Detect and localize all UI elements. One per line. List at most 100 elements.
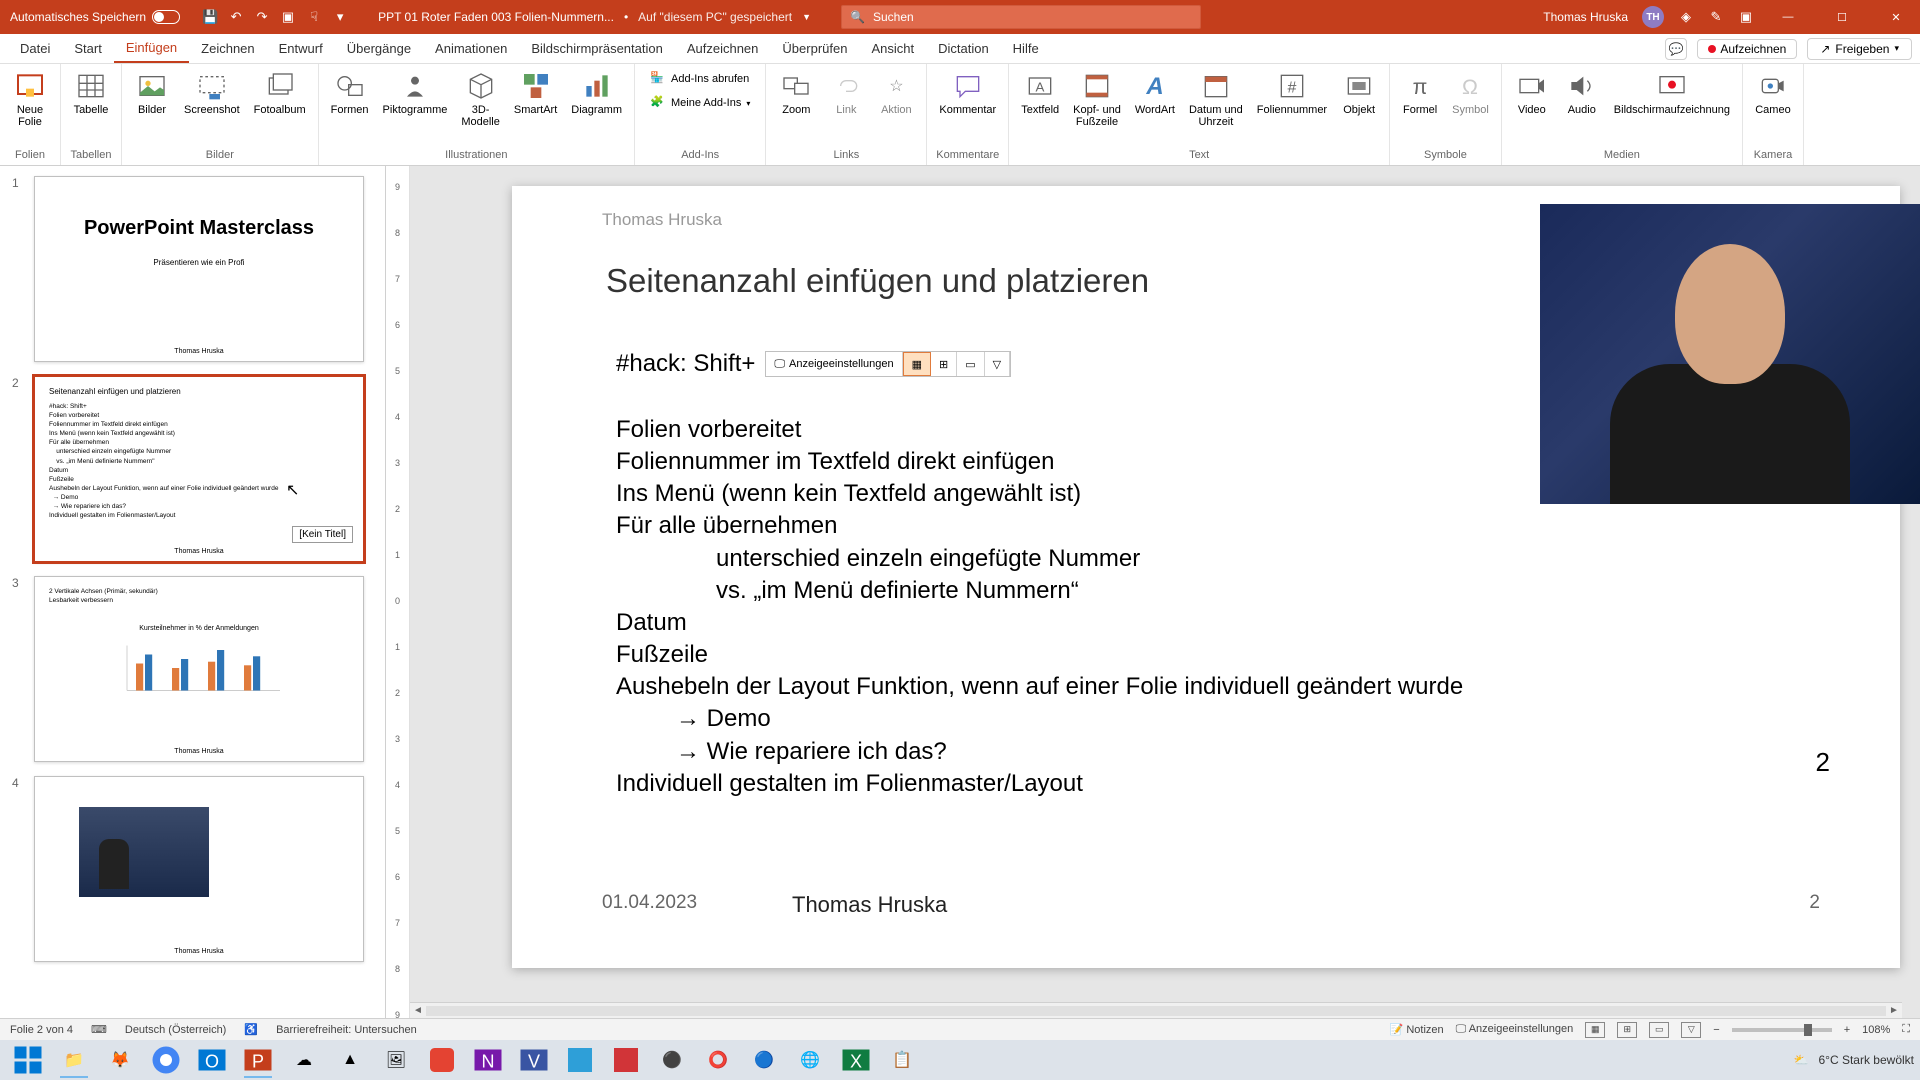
view-normal-button[interactable]: ▦ bbox=[903, 352, 931, 376]
slide-number-button[interactable]: #Foliennummer bbox=[1253, 68, 1331, 118]
tab-bildschirm[interactable]: Bildschirmpräsentation bbox=[519, 34, 675, 63]
tab-hilfe[interactable]: Hilfe bbox=[1001, 34, 1051, 63]
view-slideshow-icon[interactable]: ▽ bbox=[1681, 1022, 1701, 1038]
zoom-out-icon[interactable]: − bbox=[1713, 1024, 1719, 1036]
view-sorter-icon[interactable]: ⊞ bbox=[1617, 1022, 1637, 1038]
app-icon[interactable]: 📋 bbox=[880, 1042, 924, 1078]
firefox-icon[interactable]: 🦊 bbox=[98, 1042, 142, 1078]
maximize-icon[interactable]: ☐ bbox=[1822, 1, 1862, 33]
tab-ueberpruefen[interactable]: Überprüfen bbox=[770, 34, 859, 63]
symbol-button[interactable]: ΩSymbol bbox=[1448, 68, 1493, 118]
zoom-slider[interactable] bbox=[1732, 1028, 1832, 1032]
minimize-icon[interactable]: — bbox=[1768, 1, 1808, 33]
tab-start[interactable]: Start bbox=[62, 34, 113, 63]
slide-page-number[interactable]: 2 bbox=[1816, 747, 1830, 778]
powerpoint-icon[interactable]: P bbox=[236, 1042, 280, 1078]
app-icon[interactable] bbox=[558, 1042, 602, 1078]
zoom-level[interactable]: 108% bbox=[1862, 1024, 1890, 1036]
cameo-button[interactable]: Cameo bbox=[1751, 68, 1795, 118]
link-button[interactable]: Link bbox=[824, 68, 868, 118]
thumbnail-1[interactable]: PowerPoint Masterclass Präsentieren wie … bbox=[34, 176, 364, 362]
zoom-button[interactable]: Zoom bbox=[774, 68, 818, 118]
explorer-icon[interactable]: 📁 bbox=[52, 1042, 96, 1078]
header-footer-button[interactable]: Kopf- und Fußzeile bbox=[1069, 68, 1125, 130]
screenshot-button[interactable]: Screenshot bbox=[180, 68, 244, 118]
thumbnail-2[interactable]: Seitenanzahl einfügen und platzieren #ha… bbox=[34, 376, 364, 562]
status-slide-count[interactable]: Folie 2 von 4 bbox=[10, 1024, 73, 1036]
notes-button[interactable]: 📝 Notizen bbox=[1390, 1023, 1444, 1036]
excel-icon[interactable]: X bbox=[834, 1042, 878, 1078]
outlook-icon[interactable]: O bbox=[190, 1042, 234, 1078]
diamond-icon[interactable]: ◈ bbox=[1678, 9, 1694, 25]
tab-uebergaenge[interactable]: Übergänge bbox=[335, 34, 423, 63]
comments-icon[interactable]: 💬 bbox=[1665, 38, 1687, 60]
autosave-toggle[interactable]: Automatisches Speichern bbox=[4, 10, 186, 24]
share-button[interactable]: ↗Freigeben▾ bbox=[1807, 38, 1912, 60]
audio-button[interactable]: Audio bbox=[1560, 68, 1604, 118]
keyboard-icon[interactable]: ⌨ bbox=[91, 1023, 107, 1036]
equation-button[interactable]: πFormel bbox=[1398, 68, 1442, 118]
status-accessibility[interactable]: Barrierefreiheit: Untersuchen bbox=[276, 1024, 417, 1036]
chevron-down-icon[interactable]: ▼ bbox=[802, 12, 811, 22]
view-reading-button[interactable]: ▭ bbox=[957, 352, 984, 376]
tab-dictation[interactable]: Dictation bbox=[926, 34, 1001, 63]
tab-datei[interactable]: Datei bbox=[8, 34, 62, 63]
app-icon[interactable]: ⭕ bbox=[696, 1042, 740, 1078]
close-icon[interactable]: ✕ bbox=[1876, 1, 1916, 33]
wordart-button[interactable]: AWordArt bbox=[1131, 68, 1179, 118]
pen-icon[interactable]: ✎ bbox=[1708, 9, 1724, 25]
app-icon[interactable] bbox=[604, 1042, 648, 1078]
video-button[interactable]: Video bbox=[1510, 68, 1554, 118]
weather-text[interactable]: 6°C Stark bewölkt bbox=[1818, 1053, 1914, 1067]
undo-icon[interactable]: ↶ bbox=[228, 9, 244, 25]
chrome-icon[interactable] bbox=[144, 1042, 188, 1078]
display-settings-button[interactable]: 🖵 Anzeigeeinstellungen bbox=[1456, 1023, 1574, 1036]
tab-ansicht[interactable]: Ansicht bbox=[859, 34, 926, 63]
record-button[interactable]: Aufzeichnen bbox=[1697, 39, 1797, 59]
vlc-icon[interactable]: ▲ bbox=[328, 1042, 372, 1078]
slide-footer[interactable]: 01.04.2023 Thomas Hruska 2 bbox=[602, 892, 1820, 918]
photoalbum-button[interactable]: Fotoalbum bbox=[250, 68, 310, 118]
pictures-button[interactable]: Bilder bbox=[130, 68, 174, 118]
save-location[interactable]: Auf "diesem PC" gespeichert bbox=[638, 10, 792, 24]
obs-icon[interactable]: ⚫ bbox=[650, 1042, 694, 1078]
user-name[interactable]: Thomas Hruska bbox=[1543, 10, 1628, 24]
3d-models-button[interactable]: 3D- Modelle bbox=[457, 68, 504, 130]
tab-einfuegen[interactable]: Einfügen bbox=[114, 34, 189, 63]
display-settings-button[interactable]: 🖵Anzeigeeinstellungen bbox=[766, 352, 902, 376]
tab-zeichnen[interactable]: Zeichnen bbox=[189, 34, 266, 63]
slide-thumbnails[interactable]: 1 PowerPoint Masterclass Präsentieren wi… bbox=[0, 166, 386, 1018]
visio-icon[interactable]: V bbox=[512, 1042, 556, 1078]
tab-aufzeichnen[interactable]: Aufzeichnen bbox=[675, 34, 771, 63]
view-normal-icon[interactable]: ▦ bbox=[1585, 1022, 1605, 1038]
screen-recording-button[interactable]: Bildschirmaufzeichnung bbox=[1610, 68, 1734, 118]
table-button[interactable]: Tabelle bbox=[69, 68, 113, 118]
photos-icon[interactable]: 🖼 bbox=[374, 1042, 418, 1078]
datetime-button[interactable]: Datum und Uhrzeit bbox=[1185, 68, 1247, 130]
weather-icon[interactable]: ⛅ bbox=[1794, 1053, 1809, 1067]
avatar[interactable]: TH bbox=[1642, 6, 1664, 28]
thumbnail-4[interactable]: Thomas Hruska bbox=[34, 776, 364, 962]
scroll-right-icon[interactable]: ► bbox=[1886, 1005, 1902, 1016]
comment-button[interactable]: Kommentar bbox=[935, 68, 1000, 118]
scroll-track[interactable] bbox=[426, 1006, 1886, 1016]
tab-entwurf[interactable]: Entwurf bbox=[267, 34, 335, 63]
horizontal-scrollbar[interactable]: ◄ ► bbox=[410, 1002, 1902, 1018]
edge-icon[interactable]: 🌐 bbox=[788, 1042, 832, 1078]
toggle-switch-icon[interactable] bbox=[152, 10, 180, 24]
search-input[interactable]: 🔍 Suchen bbox=[841, 5, 1201, 29]
app-icon[interactable]: 🔵 bbox=[742, 1042, 786, 1078]
thumbnail-3[interactable]: 2 Vertikale Achsen (Primär, sekundär) Le… bbox=[34, 576, 364, 762]
chart-button[interactable]: Diagramm bbox=[567, 68, 626, 118]
save-icon[interactable]: 💾 bbox=[202, 9, 218, 25]
app-icon[interactable]: ☁ bbox=[282, 1042, 326, 1078]
icons-button[interactable]: Piktogramme bbox=[379, 68, 452, 118]
view-sorter-button[interactable]: ⊞ bbox=[931, 352, 957, 376]
qat-more-icon[interactable]: ▾ bbox=[332, 9, 348, 25]
start-button[interactable] bbox=[6, 1042, 50, 1078]
zoom-in-icon[interactable]: + bbox=[1844, 1024, 1850, 1036]
my-addins-button[interactable]: 🧩Meine Add-Ins▾ bbox=[643, 92, 757, 114]
view-reading-icon[interactable]: ▭ bbox=[1649, 1022, 1669, 1038]
get-addins-button[interactable]: 🏪Add-Ins abrufen bbox=[643, 68, 757, 90]
status-language[interactable]: Deutsch (Österreich) bbox=[125, 1024, 226, 1036]
